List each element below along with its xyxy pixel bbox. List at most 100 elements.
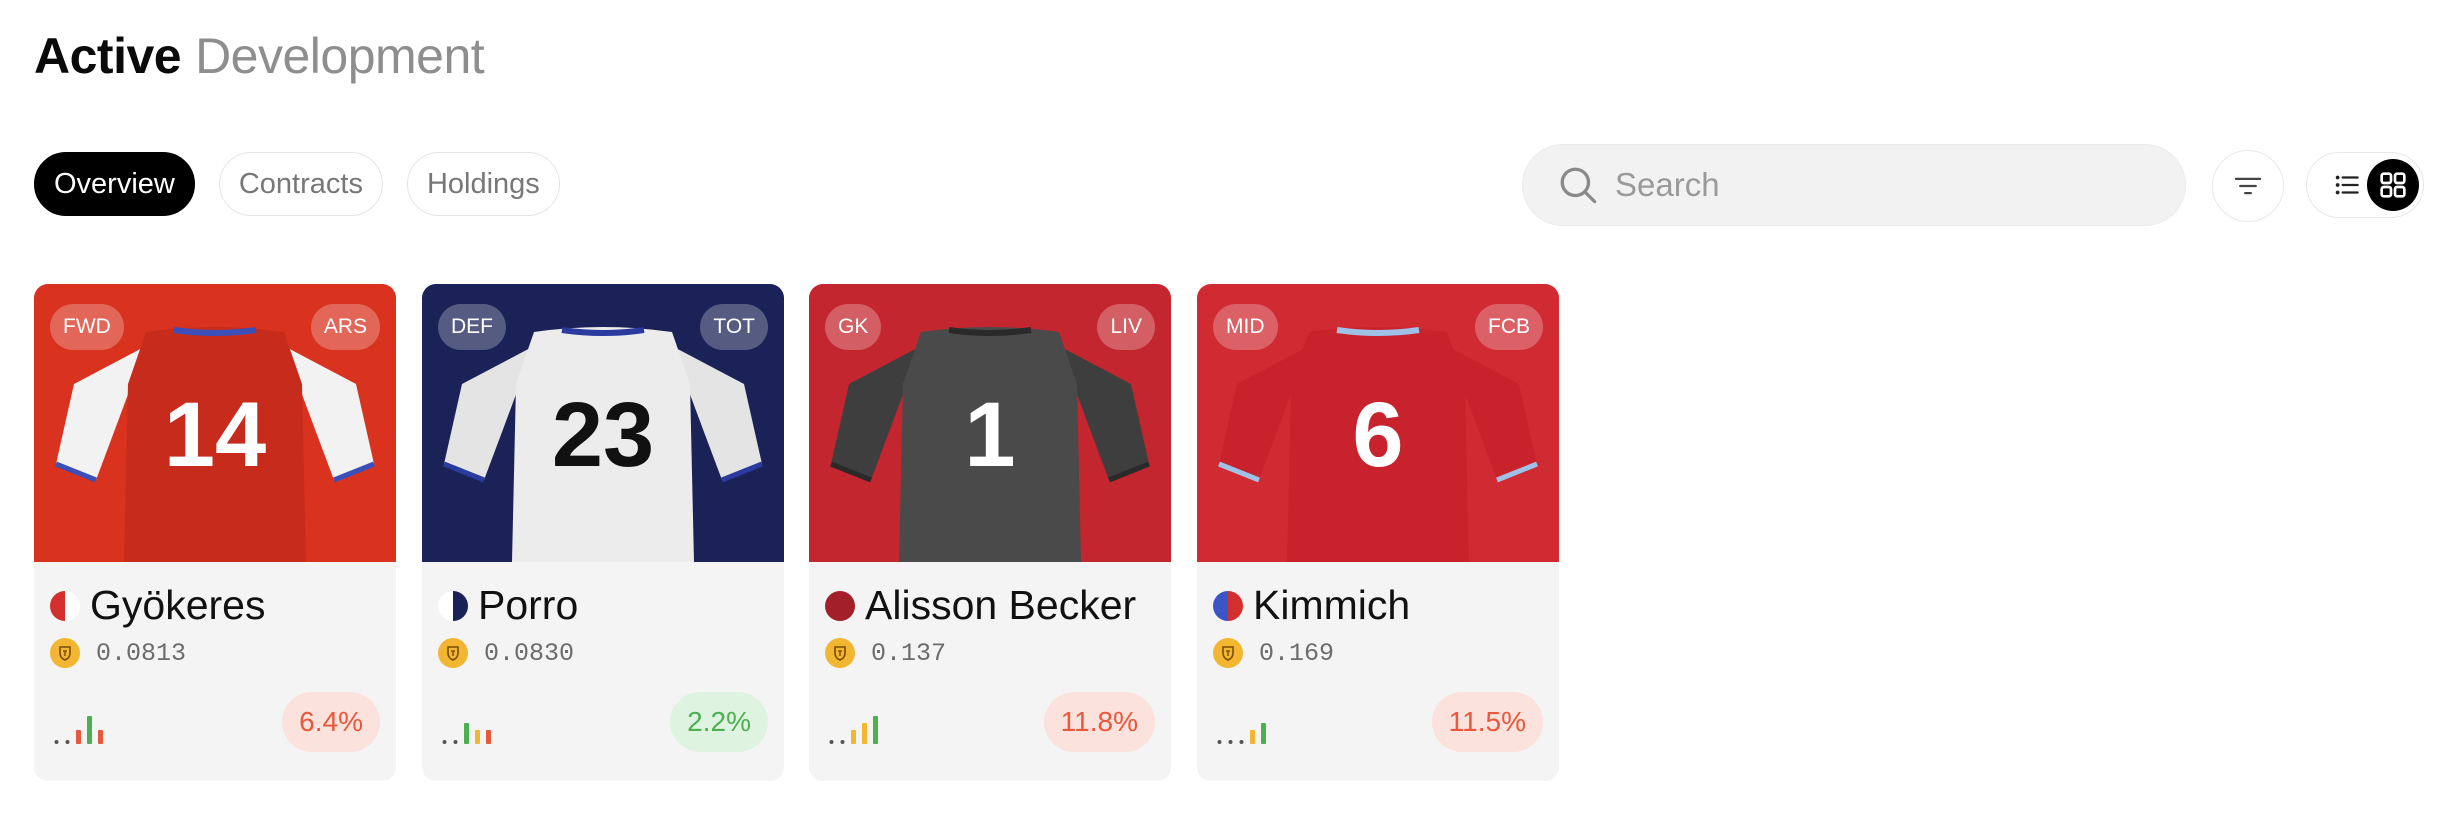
team-badge: TOT xyxy=(700,304,768,350)
activity-bar xyxy=(1228,740,1233,744)
shirt-number: 23 xyxy=(552,384,654,486)
tab-contracts[interactable]: Contracts xyxy=(218,152,383,216)
team-badge: ARS xyxy=(310,304,380,350)
player-name: Alisson Becker xyxy=(865,582,1137,628)
activity-bar xyxy=(486,730,491,744)
name-row: Gyökeres xyxy=(50,582,265,629)
tab-holdings[interactable]: Holdings xyxy=(406,152,560,216)
change-badge: 11.5% xyxy=(1431,692,1543,752)
price-value: 0.137 xyxy=(871,638,947,668)
collar xyxy=(948,327,1032,336)
list-view-button[interactable] xyxy=(2327,165,2367,205)
page-title: Active Development xyxy=(34,26,485,86)
collar xyxy=(173,327,257,336)
position-badge: MID xyxy=(1213,304,1278,350)
price-value: 0.0830 xyxy=(484,638,575,668)
filter-icon xyxy=(2234,177,2262,195)
page-title-secondary: Development xyxy=(195,28,485,84)
collar xyxy=(1336,327,1420,336)
name-row: Porro xyxy=(438,582,578,629)
flag-icon xyxy=(438,590,468,621)
search-input[interactable] xyxy=(1615,166,2155,204)
shirt-number: 14 xyxy=(164,384,266,486)
coin-icon xyxy=(50,638,80,668)
change-badge: 2.2% xyxy=(670,692,768,752)
price-row: 0.137 xyxy=(825,638,946,668)
activity-bar xyxy=(1217,740,1222,744)
activity-bars-icon xyxy=(1217,723,1266,744)
jersey-image: 1 GK LIV xyxy=(809,284,1171,562)
flag-icon xyxy=(825,590,855,621)
shirt-number: 6 xyxy=(1352,384,1403,486)
search-bar[interactable] xyxy=(1522,144,2186,226)
card-body: Alisson Becker 0.137 11.8% xyxy=(809,562,1171,781)
list-view-icon xyxy=(2335,175,2359,195)
activity-bar xyxy=(829,740,834,744)
activity-bar xyxy=(87,716,92,744)
flag-icon xyxy=(50,590,80,621)
card-body: Porro 0.0830 2.2% xyxy=(422,562,784,781)
filter-button[interactable] xyxy=(2212,150,2284,222)
change-badge: 11.8% xyxy=(1043,692,1155,752)
player-card[interactable]: 1 GK LIV Alisson Becker 0.137 11.8% xyxy=(809,284,1171,781)
activity-bar xyxy=(873,716,878,744)
activity-bar xyxy=(442,740,447,744)
shield-glyph xyxy=(834,646,846,661)
activity-bar xyxy=(98,730,103,744)
tab-bar: Overview Contracts Holdings xyxy=(34,152,560,216)
price-row: 0.169 xyxy=(1213,638,1334,668)
activity-bars-icon xyxy=(54,716,103,744)
shirt-number: 1 xyxy=(964,384,1015,486)
activity-bar xyxy=(1239,740,1244,744)
shield-glyph xyxy=(59,646,71,661)
activity-bar xyxy=(862,723,867,744)
player-name: Gyökeres xyxy=(90,582,266,628)
activity-bars-icon xyxy=(829,716,878,744)
page-title-primary: Active xyxy=(34,28,182,84)
activity-bar xyxy=(1250,730,1255,744)
activity-bar xyxy=(453,740,458,744)
tab-overview[interactable]: Overview xyxy=(34,152,195,216)
search-icon xyxy=(1560,167,1597,204)
position-badge: DEF xyxy=(438,304,506,350)
name-row: Alisson Becker xyxy=(825,582,1136,629)
change-badge: 6.4% xyxy=(282,692,380,752)
activity-bar xyxy=(54,740,59,744)
grid-view-icon xyxy=(2380,172,2406,198)
team-badge: FCB xyxy=(1475,304,1543,350)
card-body: Gyökeres 0.0813 6.4% xyxy=(34,562,396,781)
activity-bar xyxy=(464,723,469,744)
shield-glyph xyxy=(1222,646,1234,661)
team-badge: LIV xyxy=(1097,304,1155,350)
player-card[interactable]: 6 MID FCB Kimmich 0.169 11.5% xyxy=(1197,284,1559,781)
activity-bar xyxy=(475,730,480,744)
activity-bars-icon xyxy=(442,723,491,744)
card-body: Kimmich 0.169 11.5% xyxy=(1197,562,1559,781)
activity-bar xyxy=(840,740,845,744)
jersey-image: 14 FWD ARS xyxy=(34,284,396,562)
coin-icon xyxy=(825,638,855,668)
activity-bar xyxy=(65,740,70,744)
position-badge: GK xyxy=(825,304,882,350)
jersey-image: 6 MID FCB xyxy=(1197,284,1559,562)
grid-view-button[interactable] xyxy=(2367,159,2419,211)
activity-bar xyxy=(76,730,81,744)
jersey-image: 23 DEF TOT xyxy=(422,284,784,562)
player-card[interactable]: 14 FWD ARS Gyökeres 0.0813 6.4% xyxy=(34,284,396,781)
name-row: Kimmich xyxy=(1213,582,1410,629)
activity-bar xyxy=(1261,723,1266,744)
shield-glyph xyxy=(447,646,459,661)
position-badge: FWD xyxy=(50,304,124,350)
player-name: Kimmich xyxy=(1253,582,1411,628)
player-card[interactable]: 23 DEF TOT Porro 0.0830 2.2% xyxy=(422,284,784,781)
coin-icon xyxy=(438,638,468,668)
view-toggle xyxy=(2306,152,2424,218)
price-row: 0.0813 xyxy=(50,638,186,668)
price-value: 0.169 xyxy=(1259,638,1335,668)
price-value: 0.0813 xyxy=(96,638,187,668)
activity-bar xyxy=(851,730,856,744)
coin-icon xyxy=(1213,638,1243,668)
player-name: Porro xyxy=(478,582,579,628)
price-row: 0.0830 xyxy=(438,638,574,668)
flag-icon xyxy=(1213,590,1243,621)
